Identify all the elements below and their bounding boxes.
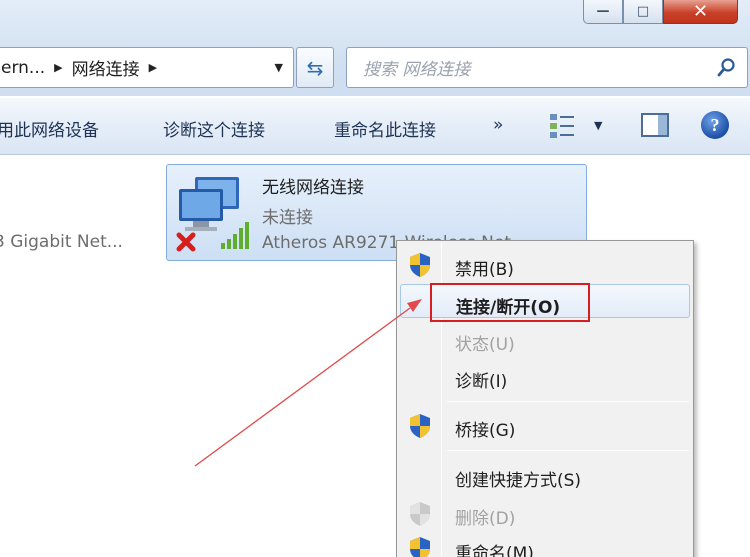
breadcrumb-parent[interactable]: ern... (0, 58, 45, 78)
address-bar[interactable]: ern... ▶ 网络连接 ▶ ▼ (0, 47, 294, 88)
menu-item-rename[interactable]: 重命名(M) (400, 531, 690, 557)
chevron-down-icon[interactable]: ▼ (275, 61, 283, 74)
maximize-button[interactable]: □ (623, 0, 663, 24)
ethernet-adapter-label[interactable]: 3 Gigabit Net... (0, 232, 123, 252)
menu-separator (447, 401, 689, 402)
uac-shield-icon (410, 537, 430, 557)
refresh-button[interactable]: ⇆ (296, 47, 334, 88)
preview-pane-icon[interactable] (641, 113, 669, 137)
menu-item-label: 重命名(M) (455, 544, 534, 557)
menu-item-diagnose[interactable]: 诊断(I) (400, 359, 690, 393)
menu-item-create-shortcut[interactable]: 创建快捷方式(S) (400, 458, 690, 492)
change-view-icon[interactable] (548, 111, 578, 141)
close-button[interactable]: ✕ (663, 0, 738, 24)
more-commands-button[interactable]: » (493, 115, 503, 135)
window-controls: — □ ✕ (583, 0, 738, 24)
menu-item-label: 禁用(B) (455, 260, 514, 280)
connection-name: 无线网络连接 (262, 178, 364, 198)
menu-item-status[interactable]: 状态(U) (400, 322, 690, 356)
help-icon[interactable]: ? (701, 111, 729, 139)
menu-item-label: 诊断(I) (455, 372, 508, 392)
search-placeholder: 搜索 网络连接 (363, 60, 471, 80)
menu-item-bridge[interactable]: 桥接(G) (400, 408, 690, 442)
wireless-network-icon (176, 177, 249, 252)
disable-device-command[interactable]: 用此网络设备 (0, 116, 99, 141)
menu-item-delete[interactable]: 删除(D) (400, 496, 690, 530)
refresh-icon: ⇆ (306, 55, 324, 80)
breadcrumb-chevron-icon[interactable]: ▶ (149, 61, 157, 74)
connection-status: 未连接 (262, 208, 313, 228)
minimize-button[interactable]: — (583, 0, 623, 24)
menu-item-label: 桥接(G) (455, 421, 516, 441)
uac-shield-icon (410, 414, 430, 438)
view-options-chevron-icon[interactable]: ▼ (594, 119, 602, 132)
diagnose-connection-command[interactable]: 诊断这个连接 (163, 116, 265, 141)
rename-connection-command[interactable]: 重命名此连接 (334, 116, 436, 141)
command-bar: 用此网络设备 诊断这个连接 重命名此连接 » ▼ ? (0, 97, 750, 155)
search-icon[interactable] (717, 57, 737, 77)
menu-item-label: 删除(D) (455, 509, 516, 529)
menu-item-label: 状态(U) (455, 335, 515, 355)
annotation-highlight-box (430, 283, 590, 322)
uac-shield-icon (410, 253, 430, 277)
menu-item-disable[interactable]: 禁用(B) (400, 247, 690, 281)
menu-separator (447, 450, 689, 451)
search-input[interactable]: 搜索 网络连接 (346, 47, 748, 88)
uac-shield-icon (410, 502, 430, 526)
menu-item-label: 创建快捷方式(S) (455, 471, 582, 491)
breadcrumb-current[interactable]: 网络连接 (72, 55, 140, 80)
breadcrumb-chevron-icon[interactable]: ▶ (54, 61, 62, 74)
